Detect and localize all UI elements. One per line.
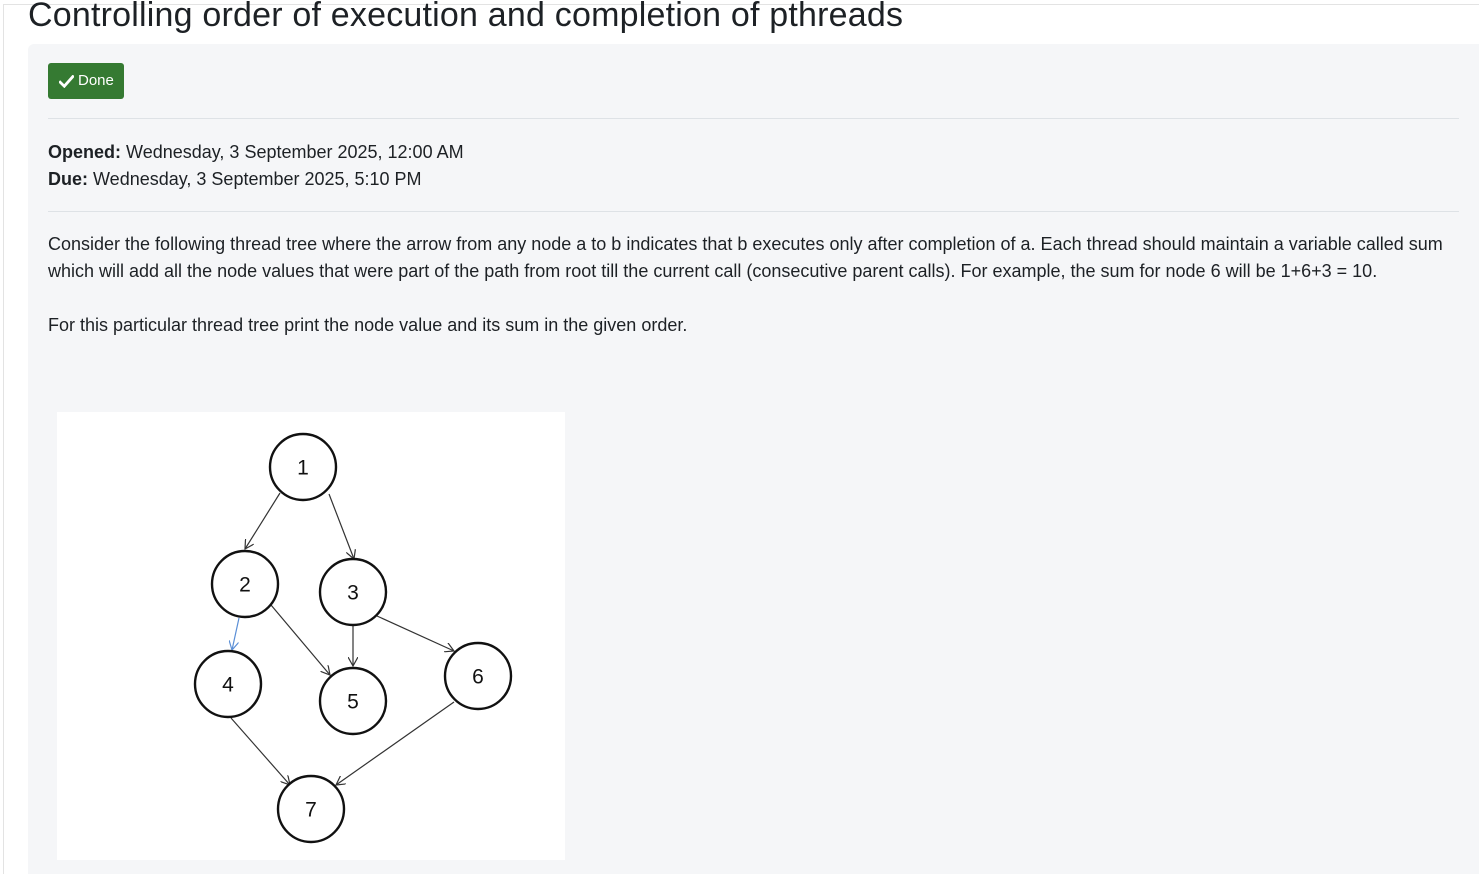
edge-3-6 — [376, 615, 454, 651]
due-date-row: Due: Wednesday, 3 September 2025, 5:10 P… — [48, 166, 464, 193]
edge-1-3 — [328, 493, 354, 559]
check-icon — [58, 73, 74, 89]
tree-node-2: 2 — [210, 549, 280, 619]
divider — [48, 118, 1459, 119]
due-label: Due: — [48, 169, 88, 189]
node-label-1: 1 — [297, 457, 309, 480]
node-label-2: 2 — [239, 574, 251, 597]
edge-1-2 — [245, 492, 281, 549]
opened-date-row: Opened: Wednesday, 3 September 2025, 12:… — [48, 139, 464, 166]
activity-panel: Done Opened: Wednesday, 3 September 2025… — [28, 44, 1479, 874]
activity-description: Consider the following thread tree where… — [48, 231, 1458, 366]
node-label-3: 3 — [347, 582, 359, 605]
thread-tree-image: 1 2 3 4 5 6 7 — [57, 412, 565, 860]
edge-2-5 — [270, 604, 330, 675]
thread-tree-diagram: 1 2 3 4 5 6 7 — [193, 432, 513, 844]
edge-2-4 — [232, 617, 240, 650]
tree-node-1: 1 — [268, 432, 338, 502]
tree-node-3: 3 — [318, 557, 388, 627]
node-label-4: 4 — [222, 674, 234, 697]
due-value: Wednesday, 3 September 2025, 5:10 PM — [93, 169, 422, 189]
tree-node-6: 6 — [443, 641, 513, 711]
left-divider — [3, 4, 4, 874]
description-paragraph: Consider the following thread tree where… — [48, 234, 1443, 281]
opened-label: Opened: — [48, 142, 122, 162]
edge-4-7 — [230, 717, 290, 785]
description-paragraph: For this particular thread tree print th… — [48, 315, 688, 335]
node-label-6: 6 — [472, 666, 484, 689]
node-label-5: 5 — [347, 691, 359, 714]
tree-node-7: 7 — [276, 774, 346, 844]
page-title: Controlling order of execution and compl… — [28, 0, 904, 34]
opened-value: Wednesday, 3 September 2025, 12:00 AM — [126, 142, 464, 162]
completion-done-badge: Done — [48, 63, 124, 99]
tree-node-4: 4 — [193, 649, 263, 719]
node-label-7: 7 — [305, 799, 317, 822]
done-label: Done — [78, 72, 114, 89]
activity-dates: Opened: Wednesday, 3 September 2025, 12:… — [48, 139, 464, 193]
tree-node-5: 5 — [318, 666, 388, 736]
divider — [48, 211, 1459, 212]
